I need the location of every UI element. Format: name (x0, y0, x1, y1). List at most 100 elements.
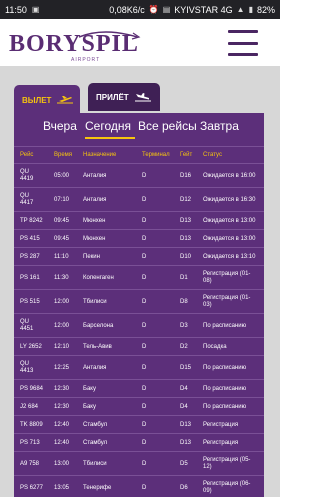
tab-arrivals[interactable]: ПРИЛЁТ (88, 83, 160, 111)
table-row[interactable]: PS 287 11:10 Пекин D D10 Ожидается в 13:10 (14, 248, 264, 266)
cell-time-line: 12:40 (54, 440, 70, 446)
cell-gate-line: D10 (180, 254, 192, 260)
cell-status: Ожидается в 13:00 (203, 218, 255, 225)
cell-gate: D3 (180, 323, 188, 330)
cell-destination: Пекин (83, 254, 100, 261)
tab-yesterday[interactable]: Вчера (43, 119, 77, 133)
cell-time-line: 12:40 (54, 422, 70, 428)
cell-flight: PS 9684 (20, 386, 43, 393)
table-row[interactable]: PS 9684 12:30 Баку D D4 По расписанию (14, 380, 264, 398)
table-row[interactable]: A9 758 13:00 Тбилиси D D5 Регистрация (05- 12) (14, 452, 264, 476)
cell-terminal-line: D (142, 254, 147, 260)
cell-terminal: D (142, 323, 146, 330)
cell-flight-line: PS 415 (20, 236, 40, 242)
cell-destination: Анталия (83, 197, 106, 204)
cell-status-line: По расписанию (203, 386, 247, 392)
cell-status: Регистрация (203, 422, 238, 429)
cell-flight: PS 515 (20, 299, 40, 306)
cell-flight-line: J2 684 (20, 404, 39, 410)
cell-gate: D12 (180, 197, 191, 204)
tab-tomorrow[interactable]: Завтра (200, 119, 239, 133)
table-row[interactable]: QU 4451 12:00 Барселона D D3 По расписанию (14, 314, 264, 338)
cell-flight: LY 2652 (20, 344, 42, 351)
cell-status: Посадка (203, 344, 227, 351)
cell-flight-line: TK 8809 (20, 422, 43, 428)
cell-terminal: D (142, 173, 146, 180)
sim-icon: ▤ (162, 5, 171, 14)
cell-destination-line: Анталия (83, 197, 107, 203)
cell-gate: D5 (180, 461, 188, 468)
cell-gate: D13 (180, 422, 191, 429)
cell-flight: PS 6277 (20, 485, 43, 492)
cell-time: 12:00 (54, 299, 69, 306)
cell-time-line: 12:30 (54, 404, 70, 410)
cell-gate-line: D4 (180, 404, 188, 410)
cell-terminal: D (142, 197, 146, 204)
cell-status-line: Ожидается в 16:00 (203, 173, 256, 179)
cell-terminal-line: D (142, 197, 147, 203)
table-row[interactable]: QU 4413 12:25 Анталия D D15 По расписанию (14, 356, 264, 380)
cell-gate: D13 (180, 236, 191, 243)
cell-status: Регистрация (01- 03) (203, 295, 250, 309)
cell-time: 11:10 (54, 254, 69, 261)
cell-flight-line: PS 9684 (20, 386, 44, 392)
cell-gate-line: D1 (180, 275, 188, 281)
table-row[interactable]: QU 4419 05:00 Анталия D D16 Ожидается в 16:00 (14, 164, 264, 188)
tab-departures[interactable]: ВЫЛЕТ (14, 85, 80, 115)
cell-time: 05:00 (54, 173, 69, 180)
cell-status-line: По расписанию (203, 404, 247, 410)
table-row[interactable]: PS 161 11:30 Копенгаген D D1 Регистрация (01-… (14, 266, 264, 290)
cell-time-line: 05:00 (54, 173, 70, 179)
tab-today[interactable]: Сегодня (85, 119, 131, 133)
cell-terminal: D (142, 440, 146, 447)
day-tabs: Вчера Сегодня Все рейсы Завтра (14, 113, 264, 139)
cell-status-line: 03) (203, 302, 212, 308)
cell-time: 12:30 (54, 386, 69, 393)
table-row[interactable]: PS 6277 13:05 Тенерифе D D6 Регистрация (06- 0… (14, 476, 264, 497)
cell-status: Регистрация (203, 440, 238, 447)
cell-flight-line: QU (20, 319, 29, 325)
boryspil-logo[interactable]: BORYSPIL AIRPORT (9, 31, 149, 65)
status-bar: 11:50 ▣ 0,08K6/c ⏰ ▤ KYIVSTAR 4G ▲ ▮ 82% (0, 0, 280, 19)
cell-gate-line: D16 (180, 173, 192, 179)
table-row[interactable]: TK 8809 12:40 Стамбул D D13 Регистрация (14, 416, 264, 434)
table-row[interactable]: TP 8242 09:45 Мюнхен D D13 Ожидается в 13:00 (14, 212, 264, 230)
cell-gate-line: D3 (180, 323, 188, 329)
active-tab-indicator (85, 137, 135, 139)
table-row[interactable]: LY 2652 12:10 Тель-Авив D D2 Посадка (14, 338, 264, 356)
cell-status: Ожидается в 13:10 (203, 254, 255, 261)
cell-terminal-line: D (142, 386, 147, 392)
status-time: 11:50 (5, 4, 27, 15)
cell-destination-line: Копенгаген (83, 275, 114, 281)
cell-time: 12:40 (54, 422, 69, 429)
cell-destination: Барселона (83, 323, 113, 330)
cell-destination-line: Барселона (83, 323, 114, 329)
hamburger-menu-icon[interactable] (228, 30, 258, 56)
cell-destination-line: Баку (83, 386, 96, 392)
cell-flight-line: 4413 (20, 368, 34, 374)
cell-terminal: D (142, 275, 146, 282)
tab-all-flights[interactable]: Все рейсы (138, 119, 197, 133)
table-row[interactable]: QU 4417 07:10 Анталия D D12 Ожидается в 16:30 (14, 188, 264, 212)
table-row[interactable]: PS 515 12:00 Тбилиси D D8 Регистрация (01- 03) (14, 290, 264, 314)
cell-terminal-line: D (142, 461, 147, 467)
header-status: Статус (203, 152, 222, 158)
cell-terminal-line: D (142, 422, 147, 428)
table-row[interactable]: PS 415 09:45 Мюнхен D D13 Ожидается в 13:00 (14, 230, 264, 248)
table-row[interactable]: J2 684 12:30 Баку D D4 По расписанию (14, 398, 264, 416)
tab-departures-label: ВЫЛЕТ (22, 95, 52, 105)
logo-subtitle: AIRPORT (71, 57, 101, 63)
cell-destination-line: Тбилиси (83, 461, 107, 467)
cell-terminal-line: D (142, 344, 147, 350)
signal-icon: ▲ (236, 5, 245, 14)
cell-gate: D6 (180, 485, 188, 492)
cell-status: Регистрация (06- 09) (203, 481, 250, 495)
cell-time-line: 13:05 (54, 485, 70, 491)
cell-time-line: 11:30 (54, 275, 69, 281)
cell-status-line: Посадка (203, 344, 227, 350)
table-row[interactable]: PS 713 12:40 Стамбул D D13 Регистрация (14, 434, 264, 452)
header-gate: Гейт (180, 152, 193, 158)
cell-terminal-line: D (142, 299, 147, 305)
cell-status: По расписанию (203, 404, 246, 411)
cell-gate-line: D13 (180, 440, 192, 446)
